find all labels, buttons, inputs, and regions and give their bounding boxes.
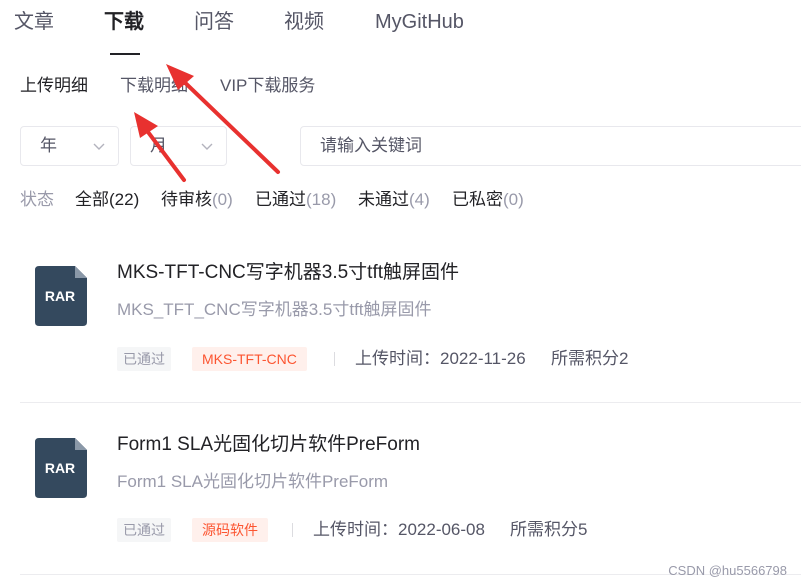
status-badge: 已通过: [117, 347, 171, 371]
upload-time: 上传时间：2022-11-26: [355, 349, 526, 368]
tab-downloads[interactable]: 下载: [104, 8, 144, 36]
subtab-vip-download-service[interactable]: VIP下载服务: [220, 74, 315, 98]
status-private[interactable]: 已私密(0): [452, 188, 524, 212]
chevron-down-icon: [201, 143, 213, 150]
chevron-down-icon: [93, 143, 105, 150]
keyword-search-input[interactable]: [300, 126, 801, 166]
tab-videos[interactable]: 视频: [284, 8, 324, 36]
subtab-download-details[interactable]: 下载明细: [120, 74, 188, 98]
month-select-label: 月: [150, 136, 167, 155]
item-divider: [20, 402, 801, 403]
main-tabs: 文章 下载 问答 视频 MyGitHub: [0, 0, 801, 58]
subtab-upload-details[interactable]: 上传明细: [20, 74, 88, 98]
status-approved-count: (18): [306, 190, 337, 209]
tab-mygithub[interactable]: MyGitHub: [375, 8, 464, 36]
rar-file-icon: RAR: [35, 438, 87, 498]
status-all-count: (22): [109, 190, 140, 209]
resource-description: Form1 SLA光固化切片软件PreForm: [117, 472, 389, 491]
resource-item: RAR MKS-TFT-CNC写字机器3.5寸tft触屏固件 MKS_TFT_C…: [20, 258, 801, 376]
status-badge: 已通过: [117, 518, 171, 542]
status-approved-name: 已通过: [255, 190, 306, 209]
status-all-name: 全部: [75, 190, 109, 209]
required-points: 所需积分2: [551, 349, 629, 368]
tab-articles[interactable]: 文章: [14, 8, 54, 36]
meta-divider: [334, 352, 335, 366]
status-all[interactable]: 全部(22): [75, 188, 139, 212]
resource-title[interactable]: Form1 SLA光固化切片软件PreForm: [117, 432, 420, 458]
status-approved[interactable]: 已通过(18): [255, 188, 336, 212]
status-rejected[interactable]: 未通过(4): [358, 188, 430, 212]
rar-file-icon: RAR: [35, 266, 87, 326]
downloads-page: 文章 下载 问答 视频 MyGitHub 上传明细 下载明细 VIP下载服务 年…: [0, 0, 801, 587]
meta-divider: [292, 523, 293, 537]
status-rejected-count: (4): [409, 190, 430, 209]
status-label: 状态: [20, 190, 54, 209]
file-ext-label: RAR: [44, 460, 76, 476]
year-select[interactable]: 年: [20, 126, 119, 166]
status-rejected-name: 未通过: [358, 190, 409, 209]
active-tab-indicator: [110, 53, 140, 55]
required-points: 所需积分5: [510, 520, 588, 539]
status-private-name: 已私密: [452, 190, 503, 209]
status-pending-name: 待审核: [161, 190, 212, 209]
watermark: CSDN @hu5566798: [668, 563, 787, 578]
file-ext-label: RAR: [44, 288, 76, 304]
resource-description: MKS_TFT_CNC写字机器3.5寸tft触屏固件: [117, 300, 432, 319]
resource-title[interactable]: MKS-TFT-CNC写字机器3.5寸tft触屏固件: [117, 260, 459, 286]
resource-item: RAR Form1 SLA光固化切片软件PreForm Form1 SLA光固化…: [20, 430, 801, 548]
upload-time: 上传时间：2022-06-08: [313, 520, 485, 539]
month-select[interactable]: 月: [130, 126, 227, 166]
status-pending[interactable]: 待审核(0): [161, 188, 233, 212]
tag-badge[interactable]: MKS-TFT-CNC: [192, 347, 307, 371]
status-private-count: (0): [503, 190, 524, 209]
tab-qa[interactable]: 问答: [194, 8, 234, 36]
status-pending-count: (0): [212, 190, 233, 209]
tag-badge[interactable]: 源码软件: [192, 518, 268, 542]
year-select-label: 年: [40, 136, 57, 155]
